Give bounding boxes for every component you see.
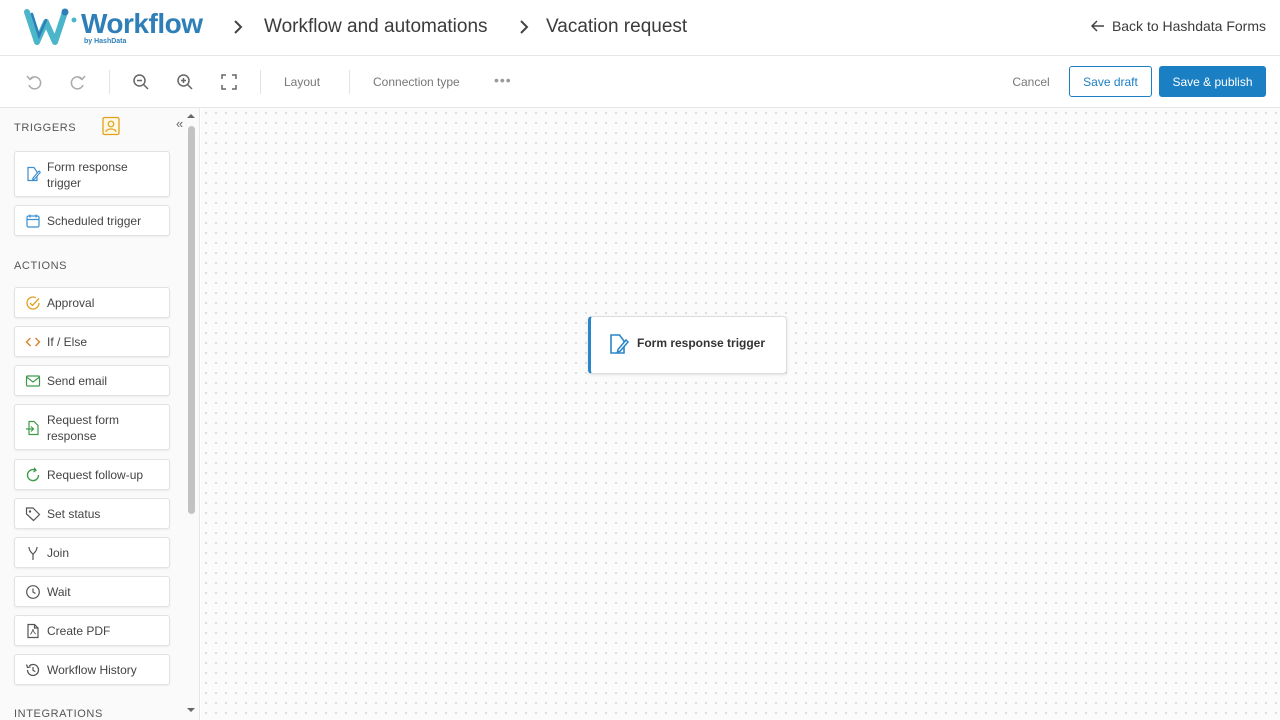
scrollbar-thumb[interactable] (188, 126, 195, 514)
workflow-node-form-response-trigger[interactable]: Form response trigger (588, 316, 787, 374)
palette-item-label: Scheduled trigger (47, 214, 142, 228)
form-edit-icon (610, 334, 629, 354)
palette-item-send-email[interactable]: Send email (14, 365, 170, 396)
collapse-sidebar-button[interactable]: « (176, 116, 183, 131)
pdf-icon (27, 623, 39, 639)
merge-icon (28, 546, 38, 560)
palette-item-workflow-history[interactable]: Workflow History (14, 654, 170, 685)
palette-item-scheduled-trigger[interactable]: Scheduled trigger (14, 205, 170, 236)
check-circle-icon (26, 296, 40, 310)
fit-screen-icon[interactable] (219, 72, 239, 92)
contact-card-icon[interactable] (101, 116, 121, 136)
palette-item-label: Join (47, 546, 70, 560)
save-publish-button[interactable]: Save & publish (1159, 66, 1266, 97)
palette-item-label: If / Else (47, 335, 88, 349)
palette-item-label: Wait (47, 585, 71, 599)
connection-type-button[interactable]: Connection type (373, 75, 460, 89)
palette-item-label: Workflow History (47, 663, 137, 677)
chevron-right-icon (520, 20, 529, 34)
palette-item-label: Request form response (47, 413, 120, 443)
toolbar-divider (349, 70, 350, 94)
logo-byline: by HashData (84, 38, 127, 45)
palette-item-label: Form response trigger (47, 160, 128, 190)
integrations-heading: INTEGRATIONS (14, 708, 103, 720)
back-to-forms-link[interactable]: Back to Hashdata Forms (1090, 18, 1266, 34)
undo-icon[interactable] (24, 72, 44, 92)
logo-mark-icon (24, 8, 77, 45)
more-options-icon[interactable]: ••• (494, 72, 512, 88)
workflow-canvas[interactable]: Form response trigger (201, 108, 1280, 720)
toolbar-divider (109, 70, 110, 94)
logo-wordmark: Workflow (81, 8, 203, 39)
palette-item-join[interactable]: Join (14, 537, 170, 568)
code-icon (25, 337, 41, 347)
palette-item-request-follow-up[interactable]: Request follow-up (14, 459, 170, 490)
save-draft-button[interactable]: Save draft (1069, 66, 1152, 97)
mail-icon (25, 375, 41, 387)
layout-button[interactable]: Layout (284, 75, 320, 89)
element-palette: TRIGGERS « Form response trigger Schedul… (0, 108, 200, 720)
scroll-up-icon[interactable] (186, 112, 196, 120)
zoom-in-icon[interactable] (175, 72, 195, 92)
palette-item-request-form-response[interactable]: Request form response (14, 404, 170, 450)
toolbar-divider (260, 70, 261, 94)
palette-item-label: Set status (47, 507, 101, 521)
form-edit-icon (27, 166, 41, 182)
breadcrumb-workflows[interactable]: Workflow and automations (264, 16, 488, 38)
history-icon (25, 663, 40, 677)
palette-item-create-pdf[interactable]: Create PDF (14, 615, 170, 646)
arrow-left-icon (1090, 20, 1104, 32)
palette-item-if-else[interactable]: If / Else (14, 326, 170, 357)
app-header: Workflow by HashData Workflow and automa… (0, 0, 1280, 56)
zoom-out-icon[interactable] (131, 72, 151, 92)
palette-item-approval[interactable]: Approval (14, 287, 170, 318)
actions-heading: ACTIONS (14, 260, 68, 272)
palette-item-label: Request follow-up (47, 468, 144, 482)
form-request-icon (26, 420, 39, 436)
palette-item-set-status[interactable]: Set status (14, 498, 170, 529)
redo-icon[interactable] (68, 72, 88, 92)
palette-item-form-response-trigger[interactable]: Form response trigger (14, 151, 170, 197)
palette-item-label: Create PDF (47, 624, 111, 638)
palette-item-label: Send email (47, 374, 108, 388)
refresh-icon (26, 467, 40, 482)
palette-item-wait[interactable]: Wait (14, 576, 170, 607)
clock-icon (26, 585, 40, 599)
cancel-button[interactable]: Cancel (1004, 68, 1058, 96)
scroll-down-icon[interactable] (186, 706, 196, 714)
palette-item-label: Approval (47, 296, 95, 310)
calendar-icon (26, 214, 40, 228)
back-link-label: Back to Hashdata Forms (1111, 18, 1266, 34)
workflow-logo[interactable]: Workflow by HashData (24, 6, 214, 50)
triggers-heading: TRIGGERS (14, 122, 77, 134)
chevron-right-icon (234, 20, 243, 34)
node-label: Form response trigger (637, 336, 766, 350)
tag-icon (25, 507, 41, 522)
breadcrumb-current: Vacation request (546, 16, 688, 37)
